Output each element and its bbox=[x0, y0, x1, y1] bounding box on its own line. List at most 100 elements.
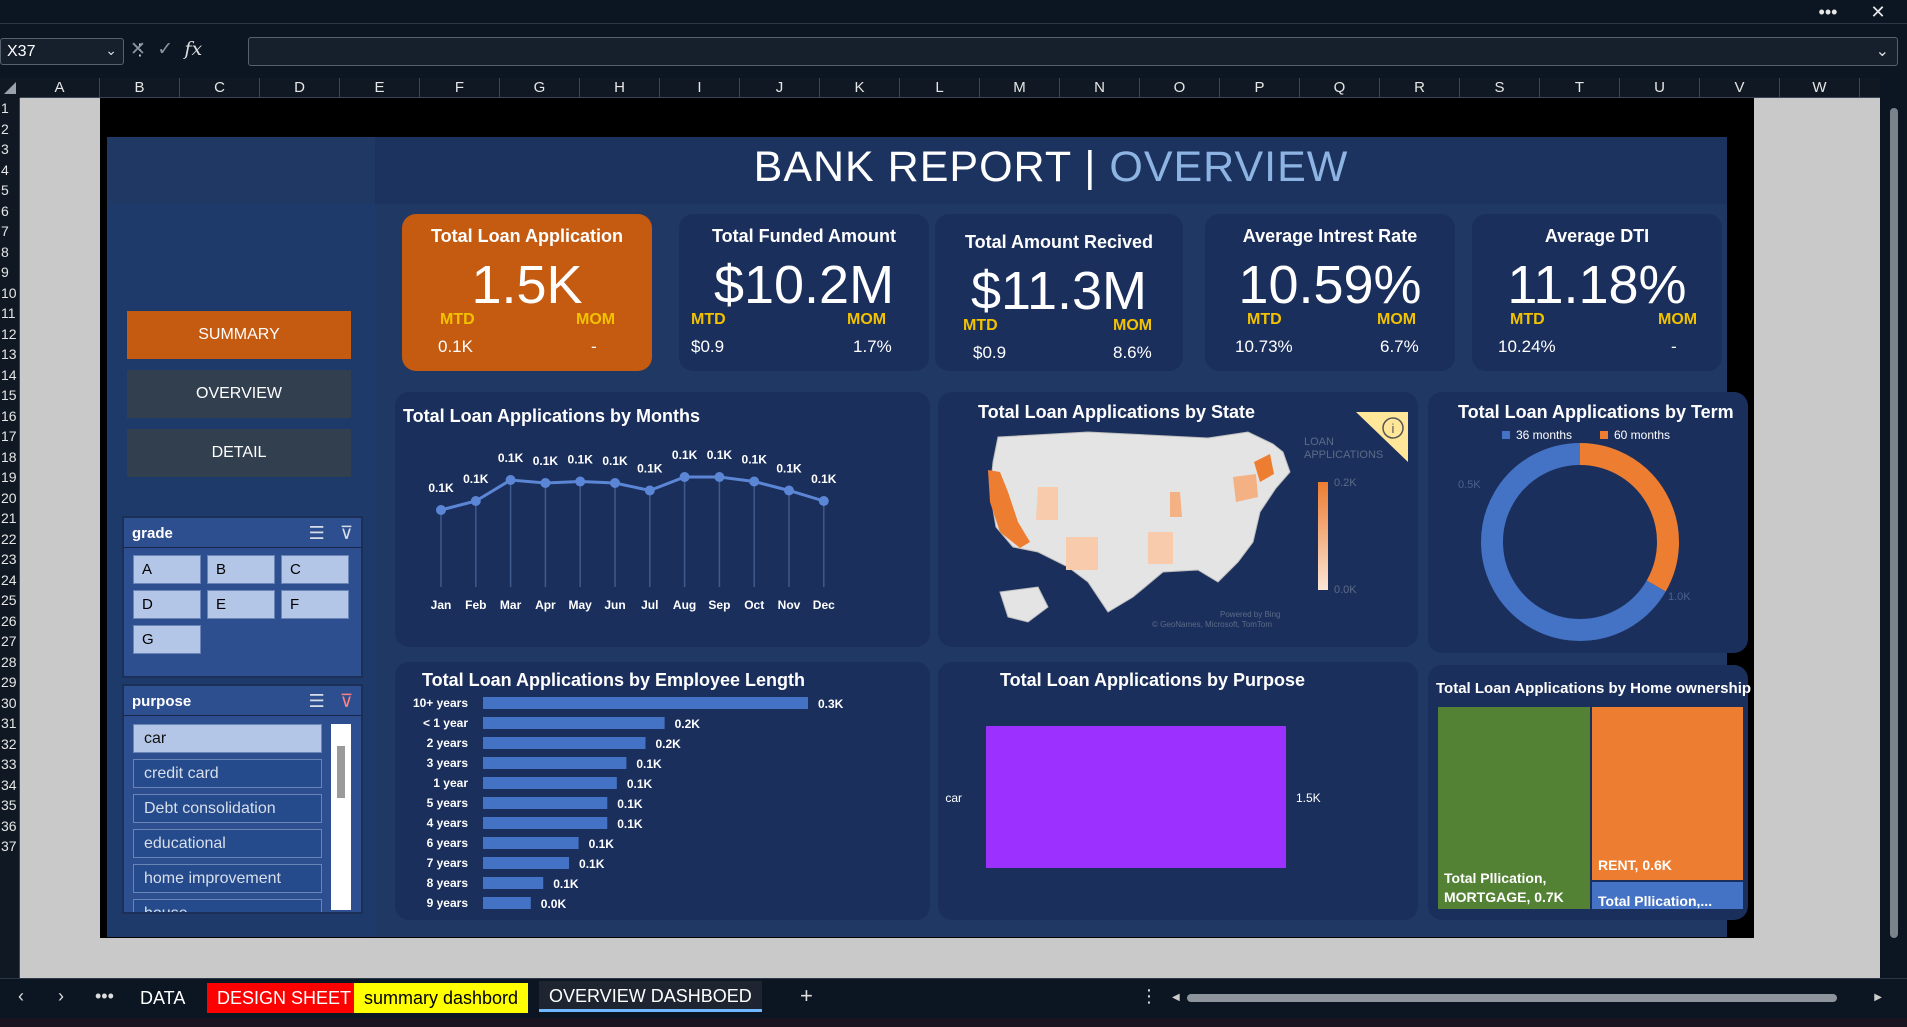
row-header[interactable]: 29 bbox=[0, 674, 20, 690]
row-header[interactable]: 18 bbox=[0, 449, 20, 465]
row-header[interactable]: 24 bbox=[0, 572, 20, 588]
column-header[interactable]: W bbox=[1780, 78, 1860, 98]
column-header[interactable]: D bbox=[260, 78, 340, 98]
row-header[interactable]: 1 bbox=[0, 100, 20, 116]
row-header[interactable]: 4 bbox=[0, 162, 20, 178]
scroll-right-icon[interactable]: ▶ bbox=[1874, 992, 1882, 1003]
formula-input[interactable]: ⌄ bbox=[248, 37, 1898, 66]
h-scroll-thumb[interactable] bbox=[1187, 994, 1837, 1002]
column-header[interactable]: F bbox=[420, 78, 500, 98]
row-header[interactable]: 17 bbox=[0, 428, 20, 444]
slicer-scrollbar[interactable] bbox=[331, 724, 351, 910]
row-header[interactable]: 28 bbox=[0, 654, 20, 670]
summary-button[interactable]: SUMMARY bbox=[127, 311, 351, 359]
tab-scroll-right-icon[interactable]: › bbox=[58, 986, 64, 1007]
purpose-item[interactable]: home improvement bbox=[133, 864, 322, 893]
grade-item[interactable]: G bbox=[133, 625, 201, 654]
row-header[interactable]: 11 bbox=[0, 305, 20, 321]
tab-bar-menu-icon[interactable]: ⋮ bbox=[1140, 986, 1158, 1007]
purpose-item[interactable]: Debt consolidation bbox=[133, 794, 322, 823]
grade-item[interactable]: F bbox=[281, 590, 349, 619]
row-header[interactable]: 32 bbox=[0, 736, 20, 752]
tab-scroll-left-icon[interactable]: ‹ bbox=[18, 986, 24, 1007]
row-header[interactable]: 3 bbox=[0, 141, 20, 157]
column-header[interactable]: U bbox=[1620, 78, 1700, 98]
row-header[interactable]: 37 bbox=[0, 838, 20, 854]
name-box[interactable]: X37 ⌄ bbox=[0, 38, 124, 65]
row-header[interactable]: 36 bbox=[0, 818, 20, 834]
row-header[interactable]: 12 bbox=[0, 326, 20, 342]
row-header[interactable]: 5 bbox=[0, 182, 20, 198]
row-header[interactable]: 35 bbox=[0, 797, 20, 813]
row-header[interactable]: 21 bbox=[0, 510, 20, 526]
clear-filter-icon[interactable]: ⊽ bbox=[340, 691, 353, 711]
column-header[interactable]: R bbox=[1380, 78, 1460, 98]
overview-button[interactable]: OVERVIEW bbox=[127, 370, 351, 418]
row-header[interactable]: 31 bbox=[0, 715, 20, 731]
row-header[interactable]: 16 bbox=[0, 408, 20, 424]
row-header[interactable]: 8 bbox=[0, 244, 20, 260]
purpose-item[interactable]: educational bbox=[133, 829, 322, 858]
column-header[interactable]: N bbox=[1060, 78, 1140, 98]
grade-item[interactable]: C bbox=[281, 555, 349, 584]
row-header[interactable]: 33 bbox=[0, 756, 20, 772]
column-header[interactable]: H bbox=[580, 78, 660, 98]
column-header[interactable]: Q bbox=[1300, 78, 1380, 98]
row-header[interactable]: 13 bbox=[0, 346, 20, 362]
row-header[interactable]: 34 bbox=[0, 777, 20, 793]
grade-item[interactable]: E bbox=[207, 590, 275, 619]
expand-formula-icon[interactable]: ⌄ bbox=[1876, 41, 1889, 61]
row-header[interactable]: 10 bbox=[0, 285, 20, 301]
multi-select-icon[interactable]: ☰ bbox=[309, 523, 325, 543]
row-header[interactable]: 26 bbox=[0, 613, 20, 629]
row-header[interactable]: 14 bbox=[0, 367, 20, 383]
row-header[interactable]: 2 bbox=[0, 121, 20, 137]
slicer-scroll-thumb[interactable] bbox=[337, 746, 345, 798]
column-header[interactable]: P bbox=[1220, 78, 1300, 98]
more-options-icon[interactable]: ••• bbox=[1808, 0, 1848, 24]
column-header[interactable]: O bbox=[1140, 78, 1220, 98]
detail-button[interactable]: DETAIL bbox=[127, 429, 351, 477]
cancel-icon[interactable]: ✕ bbox=[130, 38, 146, 61]
vertical-scrollbar[interactable] bbox=[1880, 78, 1907, 978]
row-header[interactable]: 6 bbox=[0, 203, 20, 219]
row-header[interactable]: 27 bbox=[0, 633, 20, 649]
tab-more-icon[interactable]: ••• bbox=[95, 986, 114, 1007]
tab-data[interactable]: DATA bbox=[130, 983, 195, 1013]
tab-summary-dashbord[interactable]: summary dashbord bbox=[354, 983, 529, 1013]
scroll-left-icon[interactable]: ◀ bbox=[1172, 992, 1180, 1003]
column-header[interactable]: I bbox=[660, 78, 740, 98]
column-header[interactable]: L bbox=[900, 78, 980, 98]
horizontal-scrollbar[interactable]: ◀ ▶ bbox=[1172, 992, 1882, 1004]
row-header[interactable]: 7 bbox=[0, 223, 20, 239]
column-header[interactable]: E bbox=[340, 78, 420, 98]
multi-select-icon[interactable]: ☰ bbox=[309, 691, 325, 711]
purpose-item[interactable]: car bbox=[133, 724, 322, 753]
row-header[interactable]: 15 bbox=[0, 387, 20, 403]
column-header[interactable]: K bbox=[820, 78, 900, 98]
close-icon[interactable]: ✕ bbox=[1858, 0, 1898, 24]
column-header[interactable]: J bbox=[740, 78, 820, 98]
purpose-item[interactable]: house bbox=[133, 899, 322, 912]
row-header[interactable]: 23 bbox=[0, 551, 20, 567]
column-header[interactable]: M bbox=[980, 78, 1060, 98]
function-icon[interactable]: fx bbox=[184, 38, 202, 60]
grade-item[interactable]: B bbox=[207, 555, 275, 584]
column-header[interactable]: B bbox=[100, 78, 180, 98]
enter-icon[interactable]: ✓ bbox=[157, 38, 173, 61]
row-header[interactable]: 25 bbox=[0, 592, 20, 608]
tab-design-sheet[interactable]: DESIGN SHEET bbox=[207, 983, 362, 1013]
column-header[interactable]: V bbox=[1700, 78, 1780, 98]
grade-item[interactable]: D bbox=[133, 590, 201, 619]
chevron-down-icon[interactable]: ⌄ bbox=[105, 42, 117, 59]
select-all-corner[interactable] bbox=[0, 78, 20, 98]
column-header[interactable]: A bbox=[20, 78, 100, 98]
column-header[interactable]: T bbox=[1540, 78, 1620, 98]
purpose-item[interactable]: credit card bbox=[133, 759, 322, 788]
row-header[interactable]: 20 bbox=[0, 490, 20, 506]
row-header[interactable]: 19 bbox=[0, 469, 20, 485]
column-header[interactable]: C bbox=[180, 78, 260, 98]
row-header[interactable]: 9 bbox=[0, 264, 20, 280]
scroll-thumb[interactable] bbox=[1890, 108, 1898, 938]
row-header[interactable]: 30 bbox=[0, 695, 20, 711]
